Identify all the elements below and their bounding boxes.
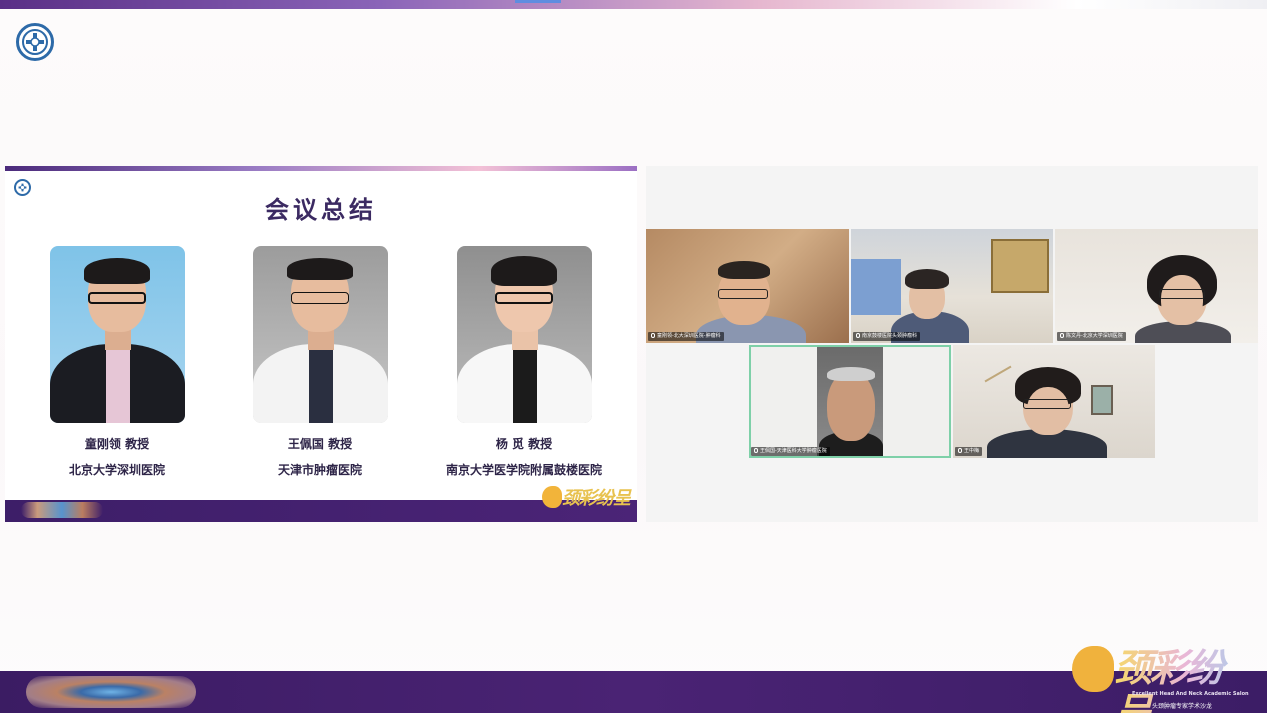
- mic-icon: [1060, 333, 1064, 338]
- slide-title: 会议总结: [265, 196, 377, 224]
- brand-head-icon: [542, 486, 562, 508]
- speaker-hospital: 南京大学医学院附属鼓楼医院: [445, 463, 602, 477]
- slide-brand-text: 颈彩纷呈: [562, 488, 631, 509]
- participant-name-label: 王中梅: [955, 447, 983, 456]
- speaker-name: 童刚领 教授: [84, 437, 150, 451]
- mic-icon: [856, 333, 860, 338]
- participant-name-label: 王佩国-天津医科大学肿瘤医院: [751, 447, 830, 456]
- speaker-hospital: 天津市肿瘤医院: [277, 463, 362, 477]
- salon-brand-logo: 颈彩纷呈 Excellent Head And Neck Academic Sa…: [1072, 640, 1257, 713]
- video-tile[interactable]: 南京鼓楼医院头颈肿瘤科: [851, 229, 1053, 343]
- shared-slide: 会议总结 童刚领 教授 北京大学深圳医院 王佩国 教授 天津市肿瘤医院 杨 觅 …: [5, 166, 637, 522]
- brand-chinese-subtitle: 头颈肿瘤专家学术沙龙: [1152, 703, 1213, 710]
- speaker-card: 童刚领 教授 北京大学深圳医院: [22, 246, 212, 478]
- active-speaker-border: [749, 345, 951, 458]
- video-tile[interactable]: 陈文丹-北京大学深圳医院: [1055, 229, 1258, 343]
- handshake-banner-image: [26, 676, 196, 708]
- handshake-image: [21, 502, 103, 518]
- speaker-name: 杨 觅 教授: [495, 437, 553, 451]
- brand-head-icon: [1072, 646, 1114, 692]
- speaker-hospital: 北京大学深圳医院: [68, 463, 165, 477]
- brand-english-name: Excellent Head And Neck Academic Salon: [1132, 691, 1249, 697]
- video-conference-panel: 童刚领-北大深圳医院-肿瘤科 南京鼓楼医院头颈肿瘤科 陈文丹-北京大学深圳医院 …: [646, 166, 1258, 522]
- mic-icon: [651, 333, 655, 338]
- top-gradient-strip: [0, 0, 1267, 9]
- speaker-photo: [252, 246, 388, 423]
- speaker-photo: [456, 246, 592, 423]
- participant-name-label: 童刚领-北大深圳医院-肿瘤科: [648, 332, 724, 341]
- top-accent-line: [515, 0, 561, 3]
- participant-name-label: 陈文丹-北京大学深圳医院: [1057, 332, 1126, 341]
- video-tile[interactable]: 童刚领-北大深圳医院-肿瘤科: [646, 229, 849, 343]
- slide-brand-logo: 颈彩纷呈: [542, 484, 634, 520]
- participant-name-label: 南京鼓楼医院头颈肿瘤科: [853, 332, 921, 341]
- video-tile-active[interactable]: 王佩国-天津医科大学肿瘤医院: [749, 345, 951, 458]
- slide-top-bar: [5, 166, 637, 171]
- speaker-card: 王佩国 教授 天津市肿瘤医院: [225, 246, 415, 478]
- hospital-logo-icon: [16, 23, 54, 61]
- video-tile[interactable]: 王中梅: [953, 345, 1155, 458]
- speaker-name: 王佩国 教授: [287, 437, 353, 451]
- speaker-card: 杨 觅 教授 南京大学医学院附属鼓楼医院: [429, 246, 619, 478]
- mic-icon: [754, 448, 758, 453]
- mic-icon: [958, 448, 962, 453]
- speaker-photo: [49, 246, 185, 423]
